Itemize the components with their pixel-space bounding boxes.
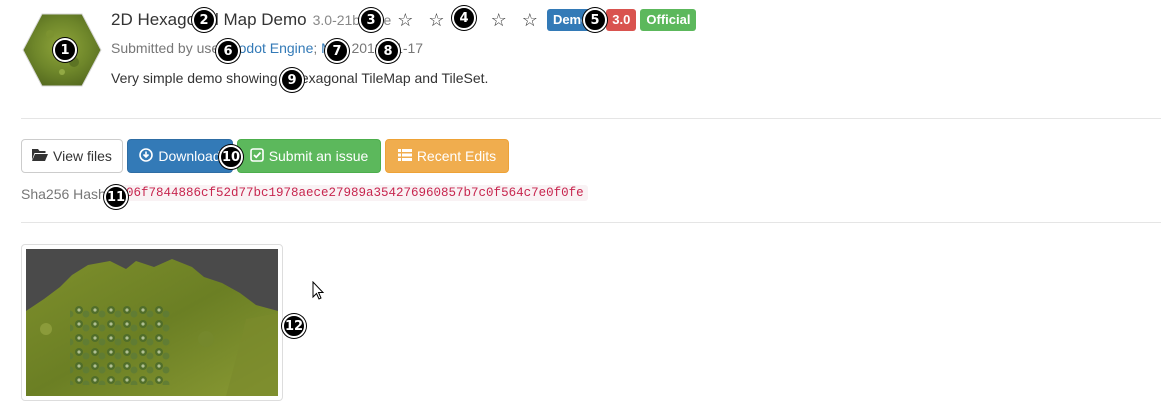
submit-issue-button[interactable]: Submit an issue: [237, 139, 381, 173]
mouse-cursor-icon: [312, 280, 326, 306]
author-link[interactable]: Godot Engine: [228, 40, 314, 56]
marker-8: 8: [376, 39, 400, 63]
recent-edits-label: Recent Edits: [416, 148, 497, 164]
engine-version-badge: 3.0: [606, 9, 637, 31]
hash-label: Sha256 Hash:: [21, 186, 110, 202]
folder-open-icon: [32, 148, 49, 164]
hex-map-preview-image: [26, 249, 278, 396]
view-files-button[interactable]: View files: [21, 139, 123, 173]
download-label: Download: [158, 148, 221, 164]
marker-5: 5: [583, 8, 607, 32]
marker-12: 12: [282, 314, 306, 338]
marker-9: 9: [280, 68, 304, 92]
separator: ;: [313, 40, 322, 56]
marker-3: 3: [359, 8, 383, 32]
hash-value[interactable]: d506f7844886cf52d77bc1978aece27989a35427…: [107, 185, 588, 201]
marker-7: 7: [325, 39, 349, 63]
recent-edits-button[interactable]: Recent Edits: [385, 139, 509, 173]
support-level-badge: Official: [640, 9, 697, 31]
marker-4: 4: [452, 6, 476, 30]
submitted-prefix: Submitted by user: [111, 40, 228, 56]
preview-screenshot[interactable]: [21, 244, 283, 401]
divider: [21, 222, 1161, 223]
submit-issue-label: Submit an issue: [268, 148, 369, 164]
download-button[interactable]: Download: [127, 139, 233, 173]
marker-1: 1: [53, 38, 77, 62]
check-square-icon: [249, 147, 264, 165]
marker-2: 2: [192, 8, 216, 32]
marker-11: 11: [104, 185, 128, 209]
marker-6: 6: [216, 39, 240, 63]
marker-10: 10: [219, 145, 243, 169]
list-icon: [397, 148, 412, 164]
view-files-label: View files: [53, 148, 112, 164]
download-circle-icon: [139, 147, 154, 165]
divider: [21, 118, 1161, 119]
